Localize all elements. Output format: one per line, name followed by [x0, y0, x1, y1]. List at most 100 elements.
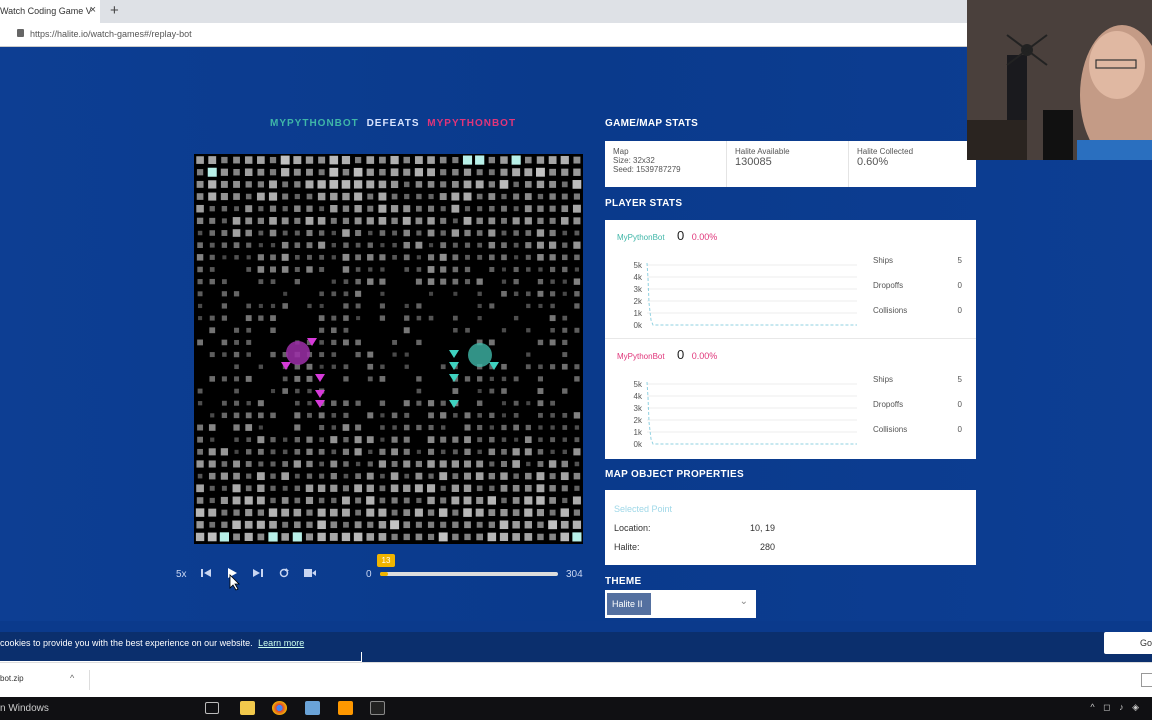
halite-cell [452, 278, 459, 285]
got-it-button[interactable]: Got [1104, 632, 1152, 654]
halite-cell [367, 254, 374, 261]
halite-cell [404, 315, 410, 321]
halite-cell [501, 363, 507, 370]
current-turn-badge[interactable]: 13 [377, 554, 395, 567]
halite-cell [476, 521, 483, 528]
halite-cell [562, 266, 568, 273]
halite-cell [403, 156, 410, 164]
halite-cell [245, 181, 252, 188]
new-tab-icon[interactable]: + [110, 2, 119, 19]
halite-cell [366, 484, 374, 492]
halite-cell [561, 193, 568, 200]
chrome-icon[interactable] [272, 701, 287, 715]
turn-slider[interactable] [380, 572, 558, 576]
halite-cell [258, 279, 264, 285]
game-board[interactable] [194, 154, 583, 544]
terminal-icon[interactable] [370, 701, 385, 715]
halite-cell [536, 180, 545, 189]
halite-cell [488, 241, 496, 249]
halite-cell [428, 448, 435, 455]
halite-cell [427, 400, 435, 407]
halite-cell [343, 400, 349, 406]
halite-cell [416, 497, 422, 504]
close-tab-icon[interactable]: × [90, 4, 96, 16]
skip-back-icon[interactable] [201, 568, 211, 578]
halite-cell [368, 230, 373, 236]
halite-cell [378, 204, 387, 213]
halite-cell [246, 255, 251, 260]
halite-cell [464, 279, 471, 285]
chevron-up-icon[interactable]: ^ [70, 673, 74, 683]
halite-cell [306, 521, 313, 528]
ships-stat: Ships 5 [873, 256, 962, 265]
halite-cell [488, 169, 495, 176]
halite-cell [269, 520, 277, 529]
halite-cell [258, 425, 263, 430]
halite-cell [501, 448, 507, 455]
replay-icon[interactable] [279, 568, 289, 578]
halite-cell [537, 449, 544, 455]
halite-cell [560, 508, 569, 517]
halite-cell [499, 520, 509, 530]
halite-cell [317, 508, 326, 517]
halite-cell [391, 533, 398, 541]
halite-cell [452, 218, 458, 224]
halite-cell [379, 448, 386, 455]
map-info-cell: Map Size: 32x32 Seed: 1539787279 [605, 141, 727, 187]
player2-ship [315, 390, 325, 398]
download-file[interactable]: bot.zip [0, 674, 24, 683]
halite-cell [415, 217, 423, 225]
halite-cell [282, 181, 289, 188]
theme-select[interactable]: Halite II ⌄ [605, 590, 756, 618]
skip-forward-icon[interactable] [253, 568, 263, 578]
halite-cell [562, 339, 568, 346]
halite-cell [319, 291, 324, 297]
halite-cell [476, 193, 483, 200]
halite-cell [392, 425, 397, 430]
editor-icon[interactable] [305, 701, 320, 715]
system-tray[interactable]: ^ ◻ ♪ ◈ [1090, 702, 1142, 713]
halite-cell [574, 267, 580, 272]
halite-cell [319, 424, 325, 431]
selected-point-label: Selected Point [614, 504, 673, 514]
address-bar[interactable]: https://halite.io/watch-games#/replay-bo… [0, 23, 967, 47]
halite-cell [221, 376, 227, 382]
sublime-icon[interactable] [338, 701, 353, 715]
halite-cell [210, 437, 215, 442]
game-board-canvas [195, 155, 582, 542]
halite-cell [355, 254, 362, 261]
halite-cell [440, 206, 446, 212]
halite-cell [233, 460, 241, 468]
halite-cell [440, 217, 447, 224]
download-bar-close[interactable] [1141, 673, 1152, 687]
halite-cell [416, 230, 422, 236]
halite-cell [392, 352, 397, 357]
halite-cell [245, 412, 252, 419]
speed-toggle[interactable]: 5x [176, 569, 187, 580]
camera-icon[interactable] [304, 568, 316, 578]
halite-cell [463, 484, 472, 492]
learn-more-link[interactable]: Learn more [258, 638, 304, 648]
halite-cell [573, 193, 580, 200]
halite-cell [403, 254, 410, 261]
halite-cell [294, 242, 301, 248]
webcam-feed [967, 0, 1152, 160]
halite-cell [464, 266, 471, 273]
halite-cell [233, 424, 240, 431]
halite-cell [427, 521, 435, 528]
halite-cell [512, 448, 520, 456]
halite-cell [560, 155, 569, 165]
halite-cell [380, 243, 385, 248]
halite-cell [331, 449, 337, 455]
file-explorer-icon[interactable] [240, 701, 255, 715]
halite-cell [561, 460, 569, 468]
taskbar-search[interactable]: n Windows [0, 703, 49, 714]
halite-cell [330, 472, 337, 480]
halite-cell [526, 401, 531, 406]
halite-cell [282, 303, 288, 309]
halite-cell [318, 241, 326, 249]
halite-cell [245, 375, 252, 382]
task-view-icon[interactable] [205, 702, 219, 714]
halite-cell [536, 496, 545, 505]
browser-tab[interactable]: Watch Coding Game V × [0, 0, 100, 23]
